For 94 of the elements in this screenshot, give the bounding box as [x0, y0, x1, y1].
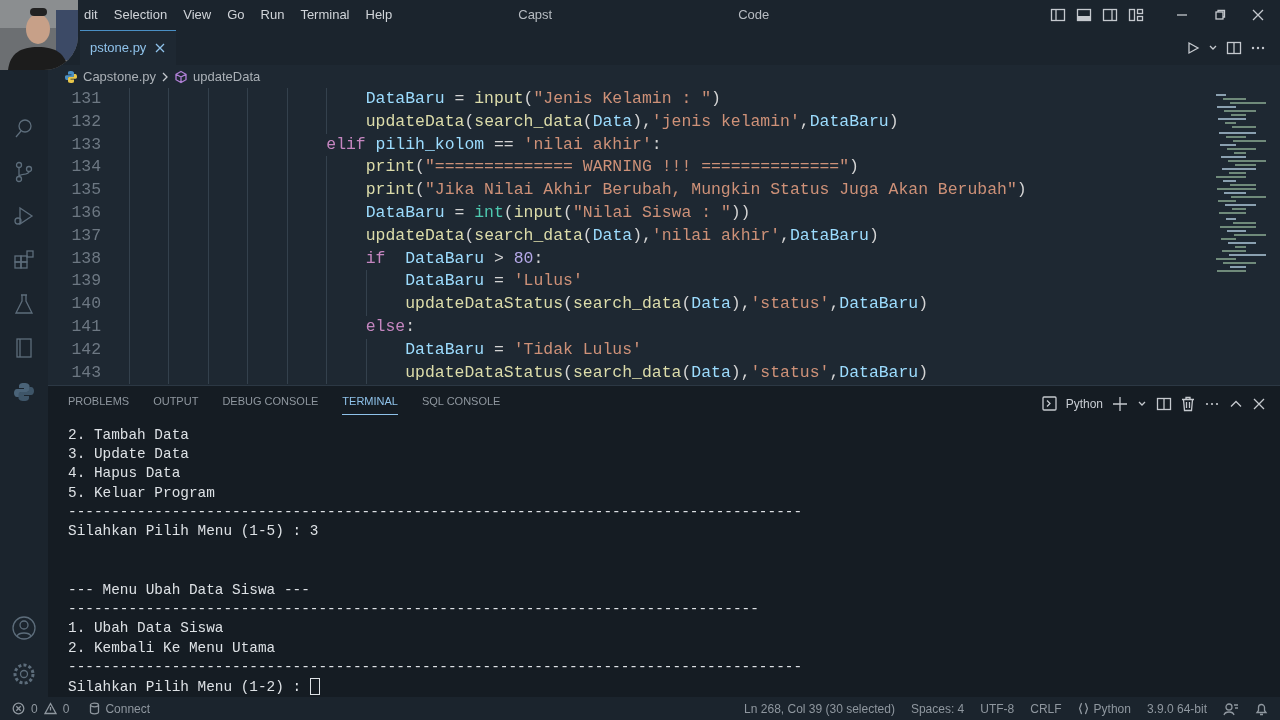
close-icon[interactable] — [1252, 396, 1266, 411]
language-mode[interactable]: Python — [1093, 699, 1131, 718]
terminal-icon — [1041, 396, 1057, 412]
line-number: 131 — [70, 88, 101, 110]
menu-item[interactable]: Go — [219, 5, 253, 25]
bell-icon[interactable] — [1255, 701, 1268, 716]
terminal-line: -------------------------------------------------------------------------------- — [68, 601, 759, 618]
terminal-line: 1. Ubah Data Siswa — [68, 620, 224, 637]
chevron-right-icon — [161, 71, 169, 82]
code-line: DataBaru = 'Tidak Lulus' — [404, 339, 642, 359]
breadcrumb-item[interactable]: updateData — [193, 66, 261, 87]
close-icon[interactable] — [154, 42, 167, 54]
terminal-line: ------------------------------------------------------------------------------------- — [68, 659, 803, 676]
terminal-line: 2. Kembali Ke Menu Utama — [68, 639, 276, 656]
menu-item[interactable]: dit — [76, 5, 106, 25]
line-number: 143 — [70, 361, 101, 384]
terminal-line: 5. Keluar Program — [68, 484, 215, 501]
terminal-line: --- Menu Ubah Data Siswa --- — [68, 581, 310, 598]
line-number: 135 — [70, 179, 101, 202]
code-line: updateData(search_data(Data),'jenis kelamin',DataBaru) — [364, 111, 899, 131]
code-line: print("Jika Nilai Akhir Berubah, Mungkin Status Juga Akan Berubah") — [364, 180, 1027, 200]
code-line: DataBaru = input("Jenis Kelamin : ") — [364, 89, 721, 108]
line-number: 133 — [70, 133, 101, 156]
error-count[interactable]: 0 — [31, 699, 38, 718]
terminal-profile[interactable]: Python — [1065, 394, 1103, 413]
interpreter-version[interactable]: 3.9.0 64-bit — [1146, 699, 1207, 718]
braces-icon[interactable] — [1077, 702, 1089, 715]
code-line: DataBaru = int(input("Nilai Siswa : ")) — [364, 203, 751, 222]
error-icon[interactable] — [12, 702, 25, 715]
menu-item[interactable]: Run — [252, 5, 293, 25]
code-line: print("============== WARNING !!! ==============") — [364, 157, 859, 177]
connect-link[interactable]: Connect — [105, 699, 151, 718]
menu-item[interactable]: View — [175, 5, 220, 25]
method-icon — [174, 69, 188, 84]
terminal-line: 3. Update Data — [68, 445, 189, 462]
panel-tab[interactable]: PROBLEMS — [68, 393, 130, 415]
add-icon[interactable] — [1112, 395, 1128, 412]
sidebar-toggle-icon[interactable] — [1050, 7, 1066, 23]
code-line: else: — [364, 316, 416, 336]
line-number: 137 — [70, 224, 101, 247]
panel-toggle-icon[interactable] — [1076, 7, 1092, 23]
restore-icon[interactable] — [1212, 7, 1228, 23]
breadcrumb-item[interactable]: Capstone.py — [83, 66, 156, 87]
trash-icon[interactable] — [1181, 395, 1195, 412]
panel-tab[interactable]: SQL CONSOLE — [421, 393, 501, 415]
terminal-line: ------------------------------------------------------------------------------------- — [68, 504, 803, 521]
code-line: elif pilih_kolom == 'nilai akhir': — [325, 134, 662, 154]
panel-tab[interactable]: DEBUG CONSOLE — [222, 393, 319, 415]
line-number: 141 — [70, 315, 101, 338]
status-item[interactable]: CRLF — [1030, 699, 1062, 718]
flask-icon[interactable] — [12, 292, 36, 316]
code-line: updateData(search_data(Data),'nilai akhir',DataBaru) — [364, 225, 879, 245]
split-terminal-icon[interactable] — [1156, 395, 1172, 412]
line-number: 134 — [70, 156, 101, 179]
python-file-icon — [64, 69, 78, 84]
status-item[interactable]: Spaces: 4 — [910, 699, 965, 718]
status-item[interactable]: UTF-8 — [980, 699, 1015, 718]
database-icon[interactable] — [89, 702, 101, 715]
terminal-line: Silahkan Pilih Menu (1-5) : 3 — [68, 523, 319, 540]
account-icon[interactable] — [11, 615, 37, 641]
secondary-sidebar-icon[interactable] — [1102, 7, 1118, 23]
layout-icon[interactable] — [1128, 7, 1144, 23]
line-number: 139 — [70, 270, 101, 293]
code-line: updateDataStatus(search_data(Data),'status',DataBaru) — [404, 362, 929, 382]
settings-icon[interactable] — [11, 661, 37, 687]
menu-item[interactable]: Help — [357, 5, 401, 25]
extensions-icon[interactable] — [12, 248, 36, 272]
warning-count[interactable]: 0 — [62, 699, 70, 718]
panel-tab[interactable]: TERMINAL — [342, 393, 398, 415]
line-number: 138 — [70, 247, 101, 270]
window-title: Code — [738, 6, 770, 25]
warning-icon[interactable] — [43, 702, 57, 715]
run-icon[interactable] — [1186, 40, 1200, 55]
menu-item[interactable]: Selection — [105, 5, 176, 25]
editor-tab[interactable]: pstone.py — [80, 30, 177, 65]
close-icon[interactable] — [1250, 7, 1266, 23]
terminal-line: 2. Tambah Data — [68, 426, 189, 443]
line-number: 142 — [70, 338, 101, 361]
feedback-icon[interactable] — [1223, 701, 1239, 716]
line-number: 132 — [70, 110, 101, 133]
line-number: 136 — [70, 202, 101, 224]
code-line: DataBaru = 'Lulus' — [404, 271, 583, 291]
panel-tab[interactable]: OUTPUT — [153, 393, 199, 415]
terminal-line: Silahkan Pilih Menu (1-2) : — [68, 678, 302, 695]
code-line: updateDataStatus(search_data(Data),'status',DataBaru) — [404, 294, 929, 314]
code-line: if DataBaru > 80: — [364, 248, 544, 268]
status-item[interactable]: Ln 268, Col 39 (30 selected) — [744, 699, 895, 718]
python-icon[interactable] — [12, 380, 36, 404]
split-editor-icon[interactable] — [1226, 39, 1242, 56]
window-title: Capst — [518, 6, 553, 25]
text-cursor — [309, 678, 320, 696]
terminal-line: 4. Hapus Data — [68, 465, 181, 482]
menu-item[interactable]: Terminal — [292, 5, 358, 25]
line-number: 140 — [70, 293, 101, 316]
